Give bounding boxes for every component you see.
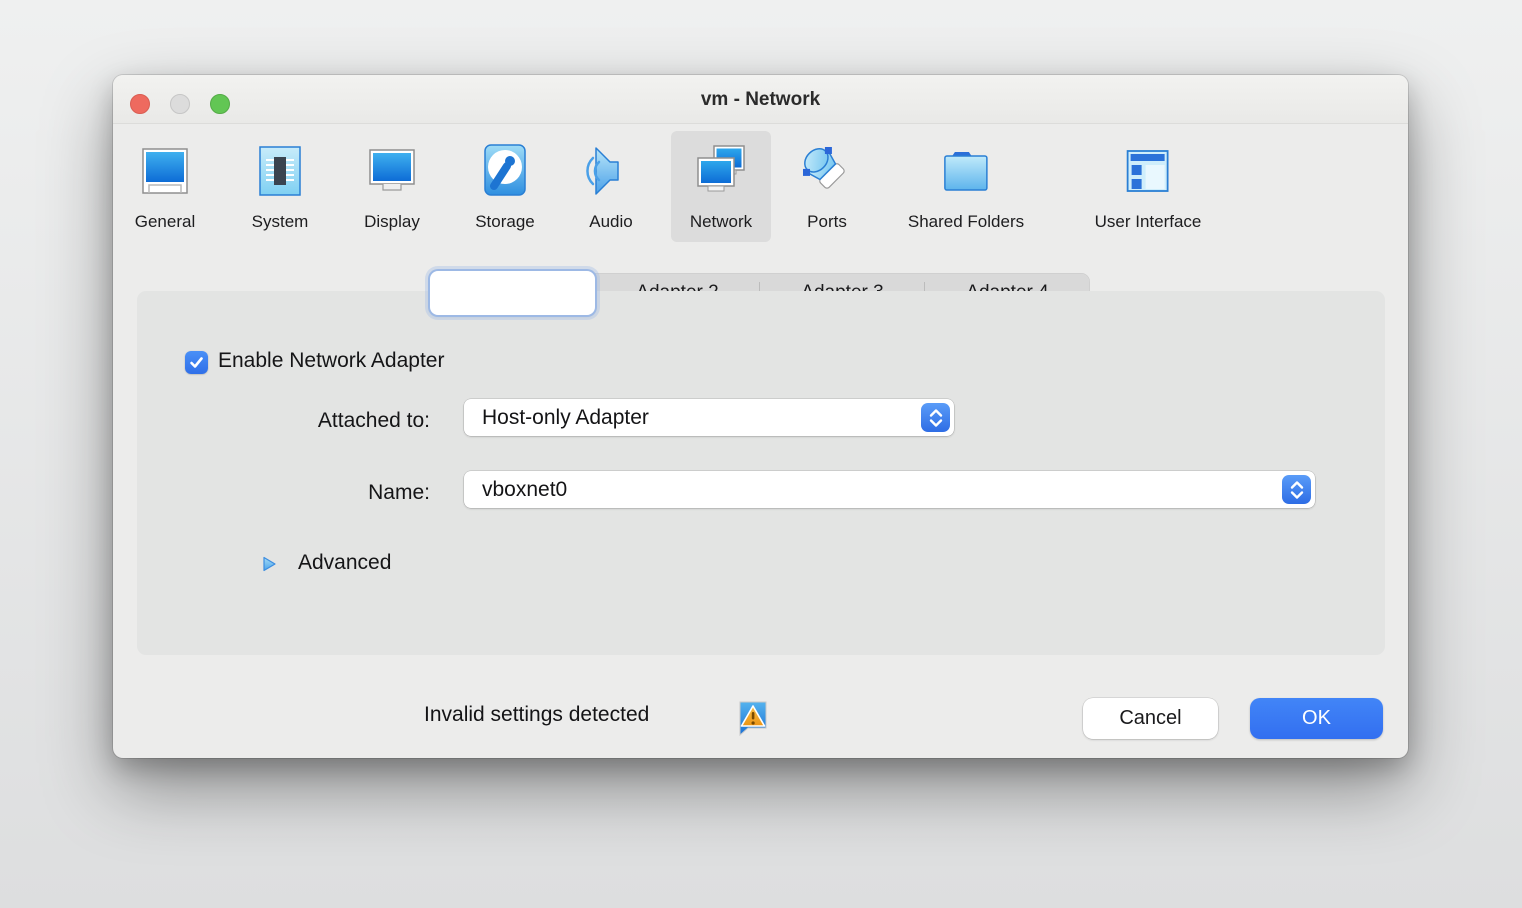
- name-label: Name:: [180, 481, 430, 505]
- advanced-disclosure-triangle-icon[interactable]: [260, 555, 278, 573]
- close-button[interactable]: [130, 94, 150, 114]
- toolbar-label: System: [252, 212, 309, 232]
- adapter-panel: Enable Network Adapter Attached to: Host…: [137, 291, 1385, 655]
- toolbar-label: Display: [364, 212, 420, 232]
- network-monitors-icon: [689, 139, 753, 203]
- toolbar-label: Ports: [807, 212, 847, 232]
- dropdown-stepper-icon: [921, 403, 950, 432]
- attached-to-dropdown[interactable]: Host-only Adapter: [464, 399, 954, 436]
- dropdown-stepper-icon: [1282, 475, 1311, 504]
- user-interface-window-icon: [1116, 139, 1180, 203]
- toolbar-item-ports[interactable]: Ports: [777, 131, 877, 242]
- system-chip-icon: [248, 139, 312, 203]
- name-dropdown[interactable]: vboxnet0: [464, 471, 1315, 508]
- cancel-button-label: Cancel: [1119, 707, 1181, 730]
- ok-button[interactable]: OK: [1250, 698, 1383, 739]
- toolbar-item-audio[interactable]: Audio: [561, 131, 661, 242]
- storage-disk-icon: [473, 139, 537, 203]
- attached-to-value: Host-only Adapter: [464, 406, 954, 430]
- settings-window: vm - Network General: [113, 75, 1408, 758]
- toolbar-item-system[interactable]: System: [230, 131, 330, 242]
- advanced-label[interactable]: Advanced: [298, 551, 391, 575]
- name-value: vboxnet0: [464, 478, 1315, 502]
- toolbar-item-shared-folders[interactable]: Shared Folders: [890, 131, 1042, 242]
- invalid-settings-status: Invalid settings detected: [424, 703, 649, 727]
- settings-toolbar: General System: [113, 124, 1408, 254]
- ok-button-label: OK: [1302, 707, 1331, 730]
- toolbar-label: Audio: [589, 212, 632, 232]
- minimize-button[interactable]: [170, 94, 190, 114]
- ports-plug-icon: [795, 139, 859, 203]
- enable-network-adapter-checkbox[interactable]: [185, 351, 208, 374]
- attached-to-label: Attached to:: [180, 409, 430, 433]
- toolbar-item-user-interface[interactable]: User Interface: [1077, 131, 1220, 242]
- toolbar-item-display[interactable]: Display: [342, 131, 442, 242]
- zoom-button[interactable]: [210, 94, 230, 114]
- display-monitor-icon: [360, 139, 424, 203]
- toolbar-label: General: [135, 212, 195, 232]
- cancel-button[interactable]: Cancel: [1083, 698, 1218, 739]
- enable-network-adapter-label: Enable Network Adapter: [218, 349, 444, 373]
- tab-adapter-1[interactable]: [430, 271, 595, 315]
- toolbar-label: Storage: [475, 212, 535, 232]
- toolbar-label: User Interface: [1095, 212, 1202, 232]
- window-title: vm - Network: [113, 75, 1408, 124]
- general-monitor-icon: [133, 139, 197, 203]
- toolbar-item-general[interactable]: General: [115, 131, 215, 242]
- title-bar: vm - Network: [113, 75, 1408, 124]
- toolbar-item-network[interactable]: Network: [671, 131, 771, 242]
- audio-speaker-icon: [579, 139, 643, 203]
- toolbar-item-storage[interactable]: Storage: [455, 131, 555, 242]
- warning-icon: [736, 700, 769, 736]
- toolbar-label: Network: [690, 212, 752, 232]
- toolbar-label: Shared Folders: [908, 212, 1024, 232]
- shared-folders-icon: [934, 139, 998, 203]
- checkmark-icon: [188, 354, 205, 371]
